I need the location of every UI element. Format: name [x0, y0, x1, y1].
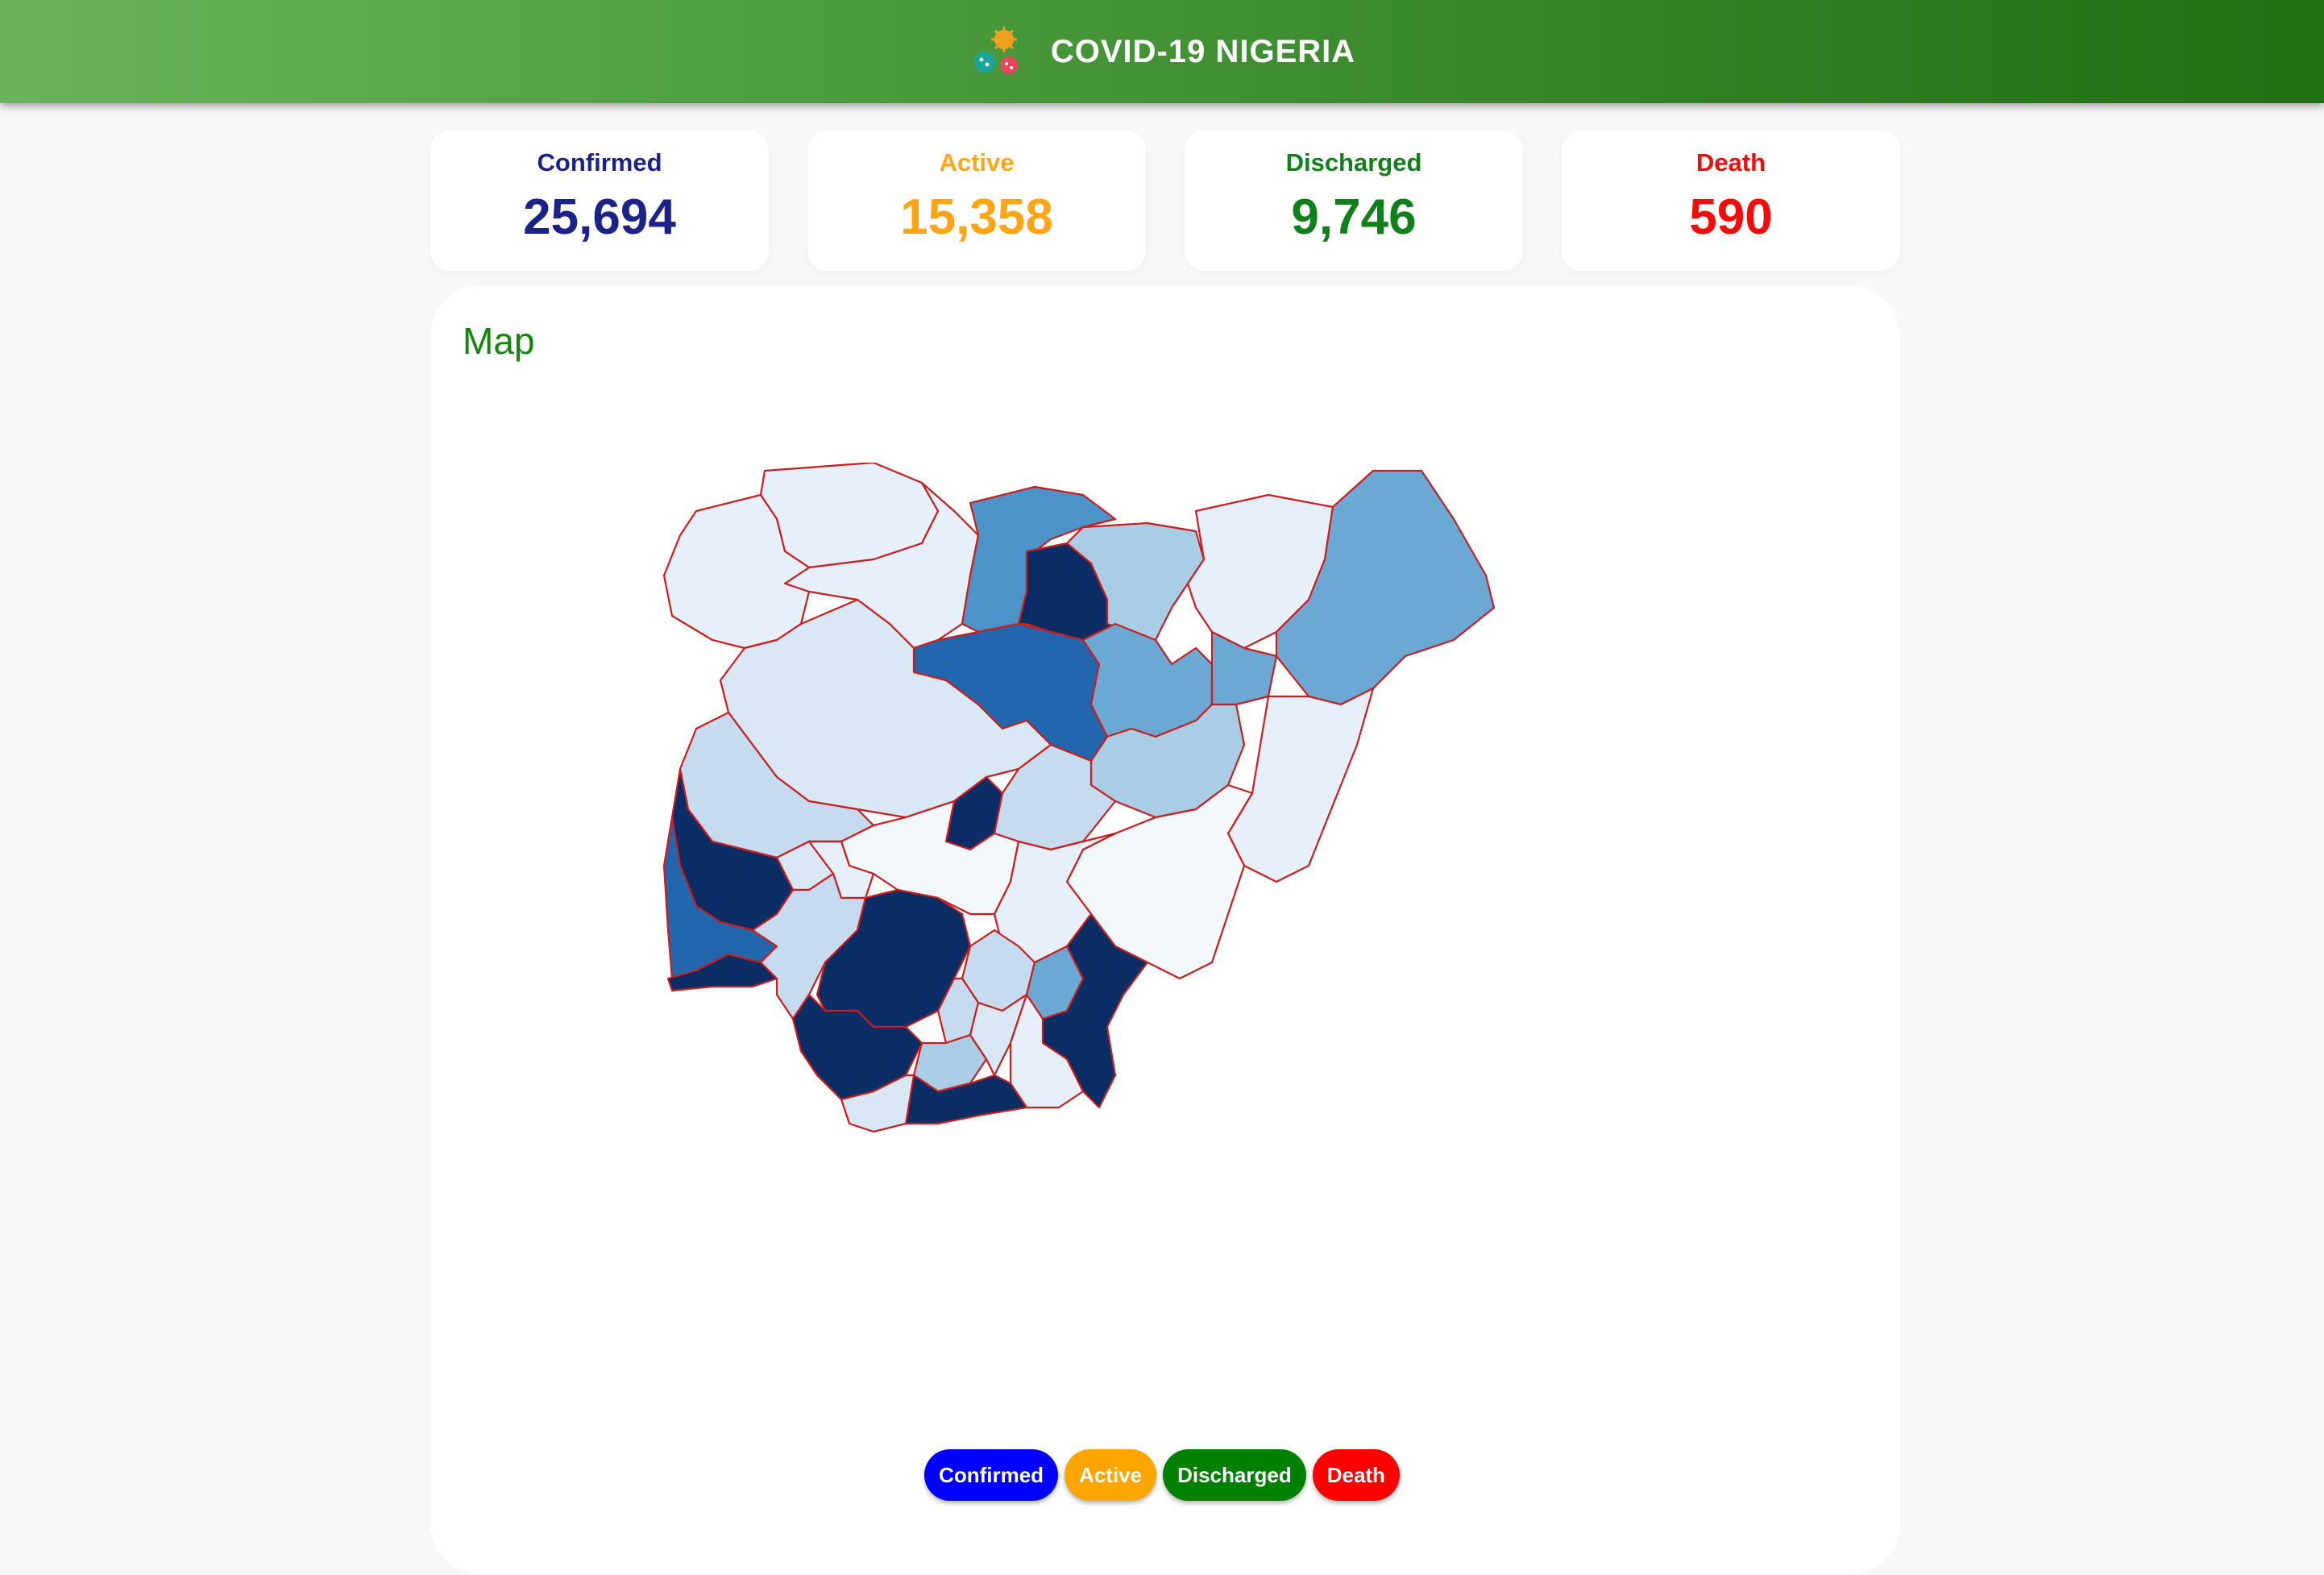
stat-card-active: Active 15,358 — [807, 131, 1146, 271]
stat-value: 15,358 — [900, 189, 1053, 245]
map-legend: Confirmed Active Discharged Death — [0, 1449, 2324, 1501]
app-header: COVID-19 NIGERIA — [0, 0, 2324, 103]
stat-card-discharged: Discharged 9,746 — [1185, 131, 1523, 271]
stat-value: 25,694 — [523, 189, 676, 245]
map-title: Map — [463, 320, 535, 362]
nigeria-map — [662, 463, 1496, 1133]
stat-value: 9,746 — [1291, 189, 1417, 245]
stat-label: Active — [939, 148, 1015, 177]
stat-card-death: Death 590 — [1562, 131, 1900, 271]
virus-icon — [973, 27, 1018, 74]
stat-card-confirmed: Confirmed 25,694 — [430, 131, 769, 271]
state-adamawa[interactable] — [1226, 687, 1375, 883]
legend-death-button[interactable]: Death — [1312, 1449, 1400, 1501]
stat-label: Discharged — [1285, 148, 1422, 177]
app-title: COVID-19 NIGERIA — [1050, 33, 1356, 69]
legend-active-button[interactable]: Active — [1064, 1449, 1157, 1501]
legend-confirmed-button[interactable]: Confirmed — [924, 1449, 1059, 1501]
state-bauchi[interactable] — [1081, 622, 1214, 738]
stat-label: Death — [1695, 148, 1766, 177]
map-panel: Map — [430, 285, 1900, 1575]
legend-discharged-button[interactable]: Discharged — [1163, 1449, 1306, 1501]
stat-value: 590 — [1689, 189, 1773, 245]
stat-label: Confirmed — [537, 148, 662, 177]
